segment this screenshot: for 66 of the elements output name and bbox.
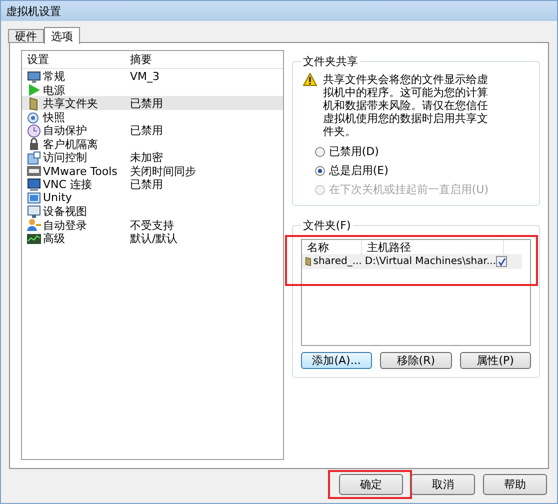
setting-summary: 已禁用 bbox=[130, 123, 164, 138]
folder-button[interactable]: 添加(A)... bbox=[300, 352, 372, 369]
settings-row[interactable]: 自动保护 已禁用 bbox=[22, 123, 283, 136]
settings-row[interactable]: 自动登录 不受支持 bbox=[22, 218, 283, 231]
dialog-button[interactable]: 确定 bbox=[339, 474, 403, 495]
group-title: 文件夹(F) bbox=[302, 218, 352, 233]
window-title: 虚拟机设置 bbox=[6, 4, 61, 18]
settings-row[interactable]: 共享文件夹 已禁用 bbox=[22, 96, 283, 110]
folder-path: D:\Virtual Machines\shar... bbox=[364, 256, 496, 267]
settings-row[interactable]: 电源 bbox=[22, 82, 283, 96]
settings-row[interactable]: Unity bbox=[22, 190, 283, 204]
settings-row[interactable]: 高级 默认/默认 bbox=[22, 231, 283, 244]
setting-summary: 不受支持 bbox=[130, 218, 175, 232]
setting-name: 自动登录 bbox=[43, 218, 87, 232]
device-icon bbox=[27, 204, 41, 218]
setting-name: 设备视图 bbox=[43, 204, 87, 219]
radio-label: 已禁用(D) bbox=[328, 144, 379, 159]
radio-button[interactable] bbox=[314, 166, 325, 176]
setting-name: 高级 bbox=[43, 231, 65, 246]
folder-button[interactable]: 移除(R) bbox=[380, 352, 452, 369]
folder-button[interactable]: 属性(P) bbox=[460, 352, 531, 369]
setting-name: 电源 bbox=[43, 82, 65, 98]
settings-row[interactable]: 常规 VM_3 bbox=[22, 69, 283, 82]
folder-icon bbox=[304, 256, 312, 267]
tab[interactable]: 选项 bbox=[44, 27, 80, 44]
settings-row[interactable]: 客户机隔离 bbox=[22, 136, 283, 150]
setting-summary: 关闭时间同步 bbox=[130, 164, 197, 178]
setting-summary: 未加密 bbox=[130, 150, 164, 165]
settings-row[interactable]: 访问控制 未加密 bbox=[22, 150, 283, 164]
chart-icon bbox=[27, 232, 41, 246]
unity-icon bbox=[27, 190, 41, 204]
tab[interactable]: 硬件 bbox=[8, 29, 44, 43]
setting-name: 共享文件夹 bbox=[43, 96, 98, 111]
warning-icon bbox=[302, 73, 317, 86]
setting-name: 访问控制 bbox=[43, 150, 87, 165]
radio-label: 总是启用(E) bbox=[328, 163, 388, 178]
warning-text: 共享文件夹会将您的文件显示给虚拟机中的程序。这可能为您的计算机和数据带来风险。请仅在您信任虚拟机使用您的数据时启用共享文件夹。 bbox=[322, 73, 489, 138]
setting-name: Unity bbox=[43, 191, 72, 204]
setting-name: 自动保护 bbox=[43, 123, 87, 138]
settings-row[interactable]: 设备视图 bbox=[22, 204, 283, 218]
setting-summary: 已禁用 bbox=[130, 96, 164, 111]
setting-name: VNC 连接 bbox=[43, 177, 92, 192]
column-header: 设置 bbox=[27, 52, 50, 67]
settings-row[interactable]: VNC 连接 已禁用 bbox=[22, 177, 283, 190]
folder-name: shared_... bbox=[313, 256, 362, 267]
setting-name: VMware Tools bbox=[43, 164, 118, 178]
settings-row[interactable]: VMware Tools 关闭时间同步 bbox=[22, 164, 283, 177]
user-icon bbox=[27, 218, 41, 232]
group-title: 文件夹共享 bbox=[302, 54, 359, 69]
lock-icon bbox=[27, 137, 41, 151]
setting-summary: VM_3 bbox=[130, 70, 161, 83]
clock-icon bbox=[27, 124, 41, 138]
setting-summary: 默认/默认 bbox=[130, 231, 179, 246]
setting-name: 客户机隔离 bbox=[43, 136, 98, 152]
radio-button[interactable] bbox=[314, 146, 325, 156]
checkbox[interactable] bbox=[496, 256, 507, 267]
radio-label: 在下次关机或挂起前一直启用(U) bbox=[328, 182, 488, 197]
vnc-icon bbox=[27, 178, 41, 192]
column-header: 摘要 bbox=[130, 52, 153, 67]
setting-summary: 已禁用 bbox=[130, 177, 164, 192]
monitor-icon bbox=[27, 70, 41, 84]
settings-row[interactable]: 快照 bbox=[22, 110, 283, 123]
setting-name: 常规 bbox=[43, 69, 65, 84]
setting-name: 快照 bbox=[43, 110, 65, 124]
dialog-button[interactable]: 帮助 bbox=[483, 474, 547, 495]
dialog-button[interactable]: 取消 bbox=[411, 474, 475, 495]
